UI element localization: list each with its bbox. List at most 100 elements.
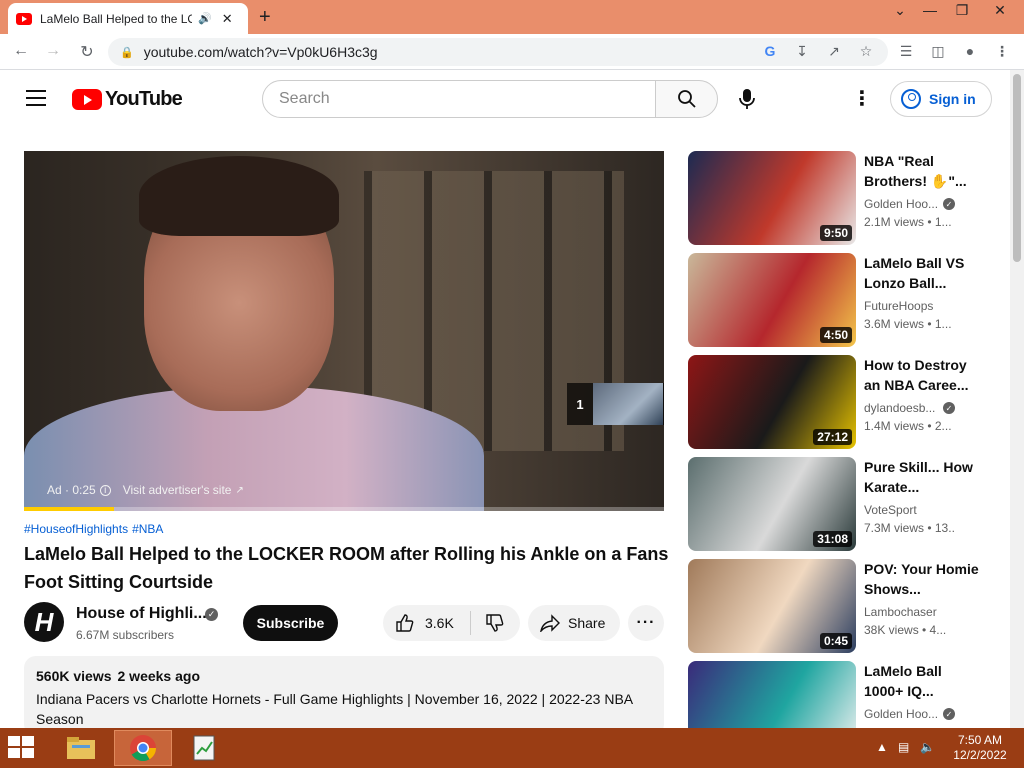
related-video-item[interactable]: 31:08 Pure Skill... How Karate... VoteSpor…: [688, 457, 1006, 551]
related-channel[interactable]: Golden Hoo...: [864, 707, 946, 721]
system-clock[interactable]: 7:50 AM 12/2/2022: [950, 733, 1010, 763]
related-title[interactable]: LaMelo Ball VS Lonzo Ball...: [864, 253, 982, 293]
share-button[interactable]: Share: [528, 605, 620, 641]
related-title[interactable]: NBA "Real Brothers! ✋"...: [864, 151, 982, 191]
file-explorer-icon[interactable]: [52, 730, 110, 766]
close-window-icon[interactable]: ✕: [986, 2, 1014, 19]
search-input[interactable]: Search: [262, 80, 656, 118]
video-stats: 560K views 2 weeks ago: [36, 668, 652, 684]
windows-start-icon[interactable]: [8, 736, 36, 760]
channel-name[interactable]: House of Highli...: [76, 605, 206, 623]
close-tab-icon[interactable]: ✕: [222, 11, 233, 27]
hamburger-menu-icon[interactable]: [26, 90, 46, 106]
minimize-icon[interactable]: —: [916, 2, 944, 18]
reload-icon[interactable]: ↻: [76, 42, 98, 62]
hashtag-link[interactable]: #HouseofHighlights: [24, 522, 128, 536]
profile-icon[interactable]: ●: [960, 43, 980, 59]
tab-title: LaMelo Ball Helped to the LOCKER ROOM af…: [40, 11, 192, 26]
account-icon: [901, 89, 921, 109]
chrome-taskbar-icon[interactable]: [114, 730, 172, 766]
settings-kebab-icon[interactable]: ⋮: [850, 86, 874, 111]
ad-progress-bar: [24, 507, 664, 511]
related-title[interactable]: Pure Skill... How Karate...: [864, 457, 982, 497]
audio-playing-icon[interactable]: 🔊: [198, 12, 212, 25]
scrollbar-thumb[interactable]: [1013, 74, 1021, 262]
related-channel[interactable]: Lambochaser: [864, 605, 946, 619]
related-channel[interactable]: FutureHoops: [864, 299, 946, 313]
related-channel[interactable]: dylandoesb...: [864, 401, 946, 415]
install-icon[interactable]: ↧: [792, 43, 812, 60]
hashtags: #HouseofHighlights #NBA: [24, 522, 167, 536]
logo-text: YouTube: [105, 88, 183, 110]
ad-next-video-preview[interactable]: 1: [567, 383, 664, 425]
ad-progress-fill: [24, 507, 114, 511]
dislike-button[interactable]: [471, 613, 519, 633]
subscribe-button[interactable]: Subscribe: [243, 605, 338, 641]
related-title[interactable]: LaMelo Ball 1000+ IQ...: [864, 661, 982, 701]
volume-icon[interactable]: 🔈: [920, 740, 935, 754]
related-meta: 2.1M views • 1...: [864, 215, 952, 229]
related-title[interactable]: POV: Your Homie Shows...: [864, 559, 982, 599]
verified-check-icon: ✓: [943, 708, 955, 720]
clock-date: 12/2/2022: [953, 748, 1007, 762]
address-bar: ← → ↻ 🔒 youtube.com/watch?v=Vp0kU6H3c3g …: [0, 34, 1024, 70]
related-thumbnail[interactable]: 31:08: [688, 457, 856, 551]
tab-search-chevron-icon[interactable]: ⌄: [886, 2, 914, 19]
url-text[interactable]: youtube.com/watch?v=Vp0kU6H3c3g: [144, 44, 378, 60]
google-icon[interactable]: G: [760, 43, 780, 59]
preview-thumbnail: [593, 383, 663, 425]
view-count: 560K views: [36, 668, 112, 684]
spreadsheet-app-icon[interactable]: [176, 730, 234, 766]
channel-avatar[interactable]: H: [24, 602, 64, 642]
sidepanel-icon[interactable]: ◫: [928, 43, 948, 60]
related-video-item[interactable]: 9:50 NBA "Real Brothers! ✋"... Golden Hoo.…: [688, 151, 1006, 245]
related-thumbnail[interactable]: 9:50: [688, 151, 856, 245]
search-icon: [677, 90, 696, 108]
verified-check-icon: ✓: [943, 198, 955, 210]
more-actions-icon[interactable]: ···: [628, 605, 664, 641]
youtube-play-icon: [72, 89, 102, 110]
back-icon[interactable]: ←: [10, 42, 32, 60]
description-box[interactable]: 560K views 2 weeks ago Indiana Pacers vs …: [24, 656, 664, 736]
upload-age: 2 weeks ago: [117, 668, 201, 684]
related-thumbnail[interactable]: 27:12: [688, 355, 856, 449]
chrome-icon: [130, 735, 157, 762]
related-channel[interactable]: Golden Hoo...: [864, 197, 946, 211]
restore-icon[interactable]: ❐: [948, 2, 976, 19]
subscriber-count: 6.67M subscribers: [76, 628, 175, 642]
lock-icon[interactable]: 🔒: [120, 46, 134, 59]
youtube-header: YouTube Search ⋮ Sign in: [0, 70, 1010, 128]
voice-search-button[interactable]: [728, 80, 766, 118]
info-icon[interactable]: i: [99, 484, 111, 496]
visit-advertiser-link[interactable]: Visit advertiser's site: [123, 483, 232, 497]
related-video-item[interactable]: 0:45 POV: Your Homie Shows... Lambochaser 3…: [688, 559, 1006, 653]
youtube-favicon-icon: [16, 12, 32, 25]
folder-icon: [67, 737, 95, 759]
media-icon[interactable]: ☰: [896, 43, 916, 60]
forward-icon[interactable]: →: [42, 42, 64, 60]
related-video-item[interactable]: 4:50 LaMelo Ball VS Lonzo Ball... FutureHo…: [688, 253, 1006, 347]
related-thumbnail[interactable]: [688, 661, 856, 728]
menu-icon[interactable]: ⋮: [992, 43, 1012, 60]
thumbs-down-icon: [486, 614, 504, 632]
youtube-logo[interactable]: YouTube: [72, 88, 183, 111]
search-button[interactable]: [655, 80, 718, 118]
related-channel[interactable]: VoteSport: [864, 503, 946, 517]
share-label: Share: [568, 615, 606, 631]
page-scrollbar[interactable]: [1010, 70, 1024, 728]
related-title[interactable]: How to Destroy an NBA Caree...: [864, 355, 982, 395]
like-button[interactable]: 3.6K: [383, 611, 471, 635]
share-icon[interactable]: ↗: [824, 43, 844, 60]
related-video-item[interactable]: 27:12 How to Destroy an NBA Caree... dylan…: [688, 355, 1006, 449]
related-thumbnail[interactable]: 4:50: [688, 253, 856, 347]
related-video-item[interactable]: LaMelo Ball 1000+ IQ... Golden Hoo... ✓: [688, 661, 1006, 728]
sign-in-button[interactable]: Sign in: [890, 81, 992, 117]
video-player[interactable]: 1 Ad · 0:25 i Visit advertiser's site ↗: [24, 151, 664, 511]
network-icon[interactable]: ▤: [898, 740, 909, 754]
browser-tab[interactable]: LaMelo Ball Helped to the LOCKER ROOM af…: [8, 3, 248, 34]
tray-chevron-icon[interactable]: ▲: [876, 740, 888, 754]
related-thumbnail[interactable]: 0:45: [688, 559, 856, 653]
hashtag-link[interactable]: #NBA: [132, 522, 163, 536]
star-icon[interactable]: ☆: [856, 43, 876, 60]
new-tab-icon[interactable]: +: [259, 6, 271, 29]
